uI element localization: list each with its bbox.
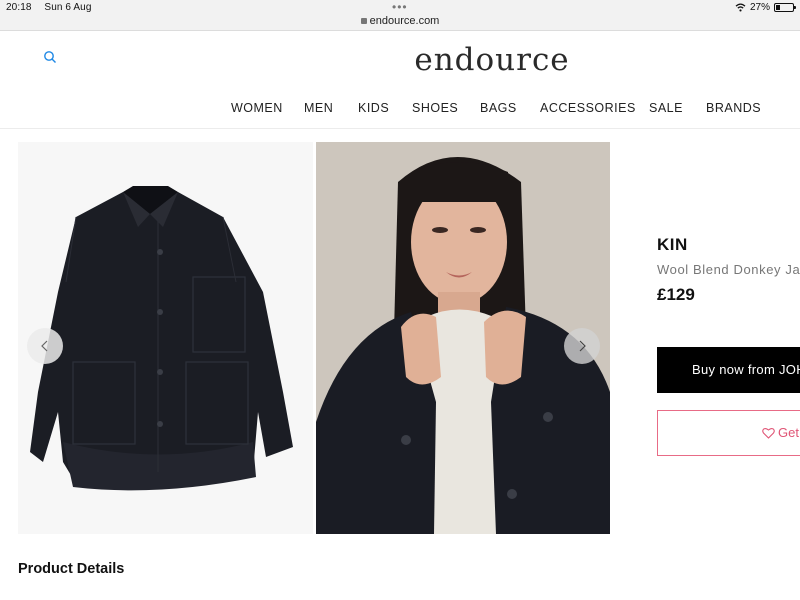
product-gallery [18, 142, 610, 534]
product-details-heading: Product Details [18, 561, 125, 577]
status-time-date: 20:18 Sun 6 Aug [6, 2, 101, 13]
header-divider [0, 128, 800, 129]
battery-icon [774, 3, 796, 12]
status-indicators: 27% [735, 2, 796, 13]
wishlist-button[interactable]: Get [657, 410, 800, 456]
nav-item-accessories[interactable]: ACCESSORIES [540, 101, 636, 115]
nav-item-bags[interactable]: BAGS [480, 101, 517, 115]
nav-item-brands[interactable]: BRANDS [706, 101, 761, 115]
status-date: Sun 6 Aug [44, 2, 92, 13]
nav-item-shoes[interactable]: SHOES [412, 101, 458, 115]
product-image-jacket[interactable] [18, 142, 313, 534]
address-url: endource.com [369, 15, 440, 27]
site-logo[interactable]: endource [0, 42, 800, 78]
product-price: £129 [657, 285, 695, 304]
more-dots-icon[interactable]: ••• [392, 0, 408, 14]
wifi-icon [735, 3, 746, 12]
status-bar: 20:18 Sun 6 Aug ••• endource.com 27% [0, 0, 800, 31]
product-brand[interactable]: KIN [657, 235, 688, 255]
status-time: 20:18 [6, 2, 32, 13]
heart-icon [762, 427, 775, 439]
buy-now-label: Buy now from JOH [692, 362, 800, 377]
lock-icon [360, 18, 367, 24]
nav-item-women[interactable]: WOMEN [231, 101, 283, 115]
nav-item-kids[interactable]: KIDS [358, 101, 389, 115]
chevron-right-icon [579, 340, 586, 352]
wishlist-label: Get [778, 425, 799, 440]
product-name: Wool Blend Donkey Ja [657, 262, 800, 277]
gallery-prev-button[interactable] [27, 328, 63, 364]
main-nav: WOMEN MEN KIDS SHOES BAGS ACCESSORIES SA… [0, 101, 800, 117]
nav-item-men[interactable]: MEN [304, 101, 333, 115]
address-bar[interactable]: endource.com [0, 15, 800, 27]
chevron-left-icon [41, 340, 48, 352]
gallery-next-button[interactable] [564, 328, 600, 364]
buy-now-button[interactable]: Buy now from JOH [657, 347, 800, 393]
nav-item-sale[interactable]: SALE [649, 101, 683, 115]
battery-percent: 27% [749, 2, 770, 13]
